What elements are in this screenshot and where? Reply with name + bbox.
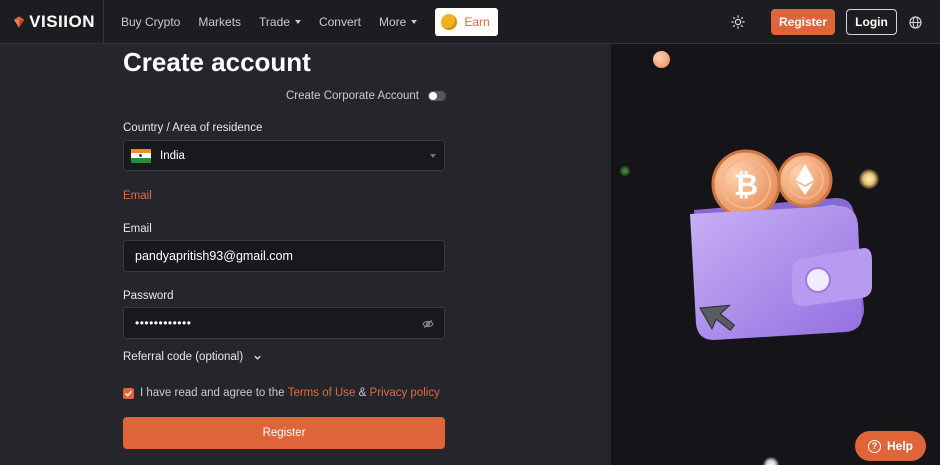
password-value: •••••••••••• — [135, 316, 192, 330]
chevron-down-icon — [430, 154, 436, 158]
coin-icon — [441, 13, 458, 30]
svg-text:₿: ₿ — [734, 169, 758, 202]
agree-and-text: & — [358, 387, 367, 399]
email-label: Email — [123, 223, 152, 235]
decorative-orb — [620, 166, 630, 176]
theme-toggle-sun-icon[interactable] — [731, 15, 745, 29]
eye-hidden-icon[interactable] — [422, 318, 434, 330]
page-title: Create account — [123, 47, 311, 77]
tab-email[interactable]: Email — [123, 190, 152, 202]
brand-logo[interactable]: VISIION — [0, 0, 104, 44]
email-field[interactable] — [135, 249, 415, 263]
vision-logo-icon — [14, 15, 25, 28]
agree-checkbox[interactable] — [123, 387, 134, 399]
earn-button[interactable]: Earn — [435, 7, 498, 36]
agree-terms-row: I have read and agree to the Terms of Us… — [123, 387, 440, 399]
country-select[interactable]: India — [123, 140, 445, 171]
referral-label: Referral code (optional) — [123, 351, 244, 363]
password-label: Password — [123, 290, 174, 302]
chevron-down-icon — [294, 19, 301, 24]
nav-convert[interactable]: Convert — [319, 15, 361, 29]
help-label: Help — [886, 439, 913, 453]
nav-more-label: More — [378, 14, 407, 29]
register-submit-button[interactable]: Register — [123, 417, 445, 449]
referral-code-toggle[interactable]: Referral code (optional) — [123, 351, 262, 363]
nav-markets[interactable]: Markets — [198, 15, 241, 29]
corporate-account-row: Create Corporate Account — [286, 90, 446, 102]
email-field-wrapper — [123, 240, 445, 272]
nav-more[interactable]: More — [378, 14, 418, 29]
decorative-orb — [653, 51, 670, 68]
nav-convert-label: Convert — [318, 14, 361, 29]
password-field[interactable]: •••••••••••• — [123, 307, 445, 339]
main-nav: Buy Crypto Markets Trade Convert More Ea… — [121, 7, 498, 36]
agree-prefix-text: I have read and agree to the — [140, 387, 285, 399]
crypto-wallet-illustration: ₿ — [690, 149, 872, 340]
language-globe-icon[interactable] — [909, 15, 922, 29]
checkmark-icon — [125, 390, 133, 397]
india-flag-icon — [131, 148, 151, 163]
country-value: India — [160, 149, 185, 162]
nav-buy-crypto[interactable]: Buy Crypto — [121, 15, 180, 29]
earn-label: Earn — [464, 14, 490, 29]
privacy-policy-link[interactable]: Privacy policy — [370, 387, 440, 399]
brand-name: VISIION — [29, 11, 95, 31]
help-button[interactable]: ? Help — [855, 431, 926, 461]
corporate-account-toggle[interactable] — [427, 91, 446, 101]
terms-of-use-link[interactable]: Terms of Use — [288, 387, 356, 399]
top-navbar: VISIION Buy Crypto Markets Trade Convert… — [0, 0, 940, 44]
nav-trade-label: Trade — [259, 14, 290, 29]
nav-markets-label: Markets — [198, 14, 242, 29]
corporate-account-label: Create Corporate Account — [286, 90, 419, 102]
chevron-down-icon — [254, 355, 261, 360]
chevron-down-icon — [411, 19, 418, 24]
header-register-button[interactable]: Register — [771, 9, 835, 35]
country-label: Country / Area of residence — [123, 122, 263, 134]
nav-buy-crypto-label: Buy Crypto — [121, 14, 181, 29]
nav-actions: Register Login — [731, 0, 940, 44]
header-login-button[interactable]: Login — [846, 9, 897, 35]
nav-trade[interactable]: Trade — [259, 15, 301, 29]
question-mark-icon: ? — [867, 439, 881, 453]
